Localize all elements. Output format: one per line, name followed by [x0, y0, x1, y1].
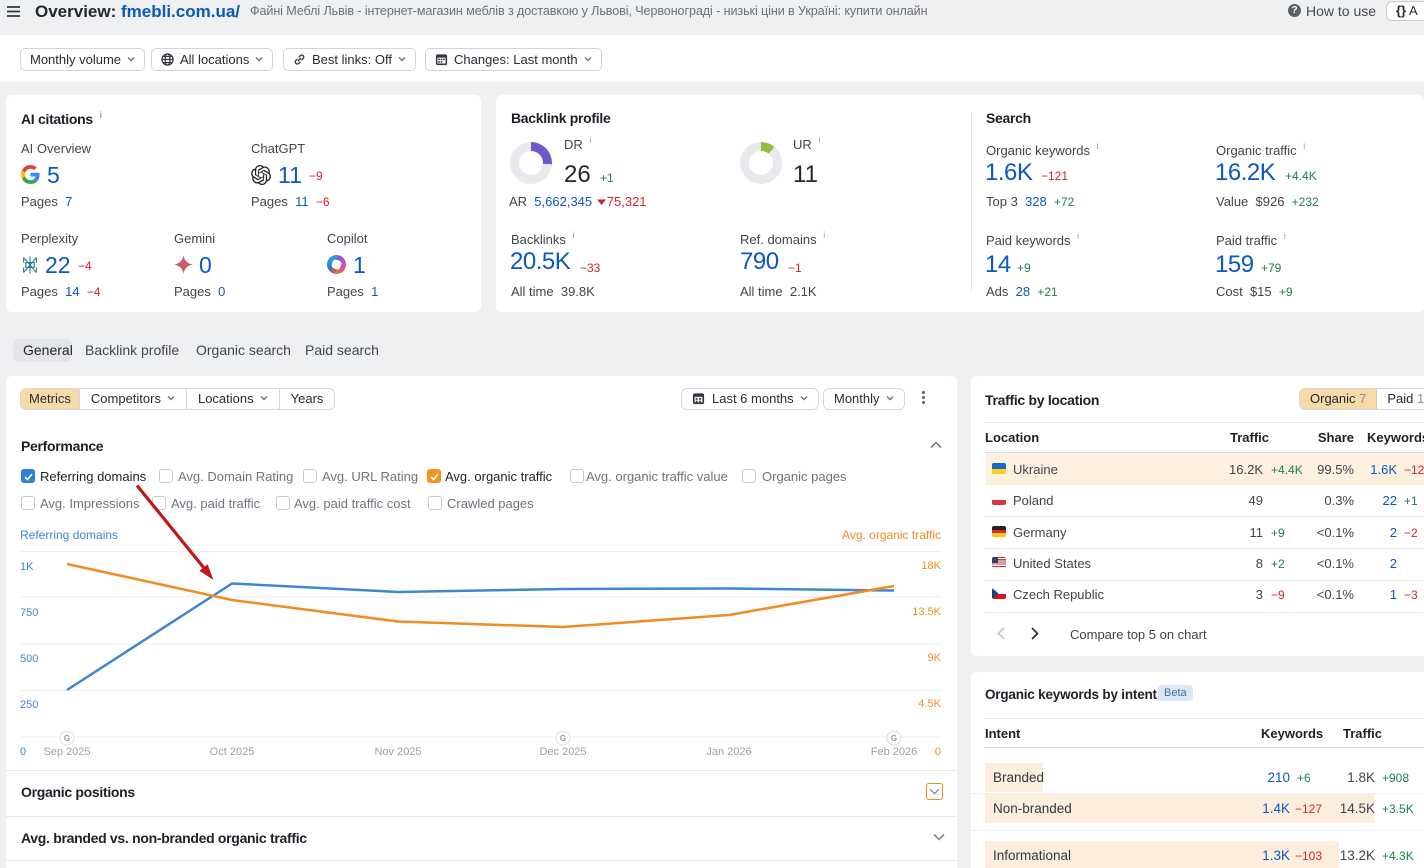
svg-text:G: G: [560, 734, 566, 743]
svg-text:9K: 9K: [928, 652, 942, 664]
svg-text:Jan 2026: Jan 2026: [706, 746, 751, 758]
svg-text:18K: 18K: [921, 560, 941, 572]
svg-text:750: 750: [20, 607, 38, 619]
svg-text:500: 500: [20, 653, 38, 665]
svg-text:Sep 2025: Sep 2025: [43, 746, 90, 758]
svg-text:4.5K: 4.5K: [918, 698, 941, 710]
svg-text:Feb 2026: Feb 2026: [871, 746, 917, 758]
svg-text:13.5K: 13.5K: [912, 606, 941, 618]
svg-text:Dec 2025: Dec 2025: [539, 746, 586, 758]
svg-text:0: 0: [20, 746, 26, 758]
svg-text:G: G: [64, 734, 70, 743]
svg-text:Nov 2025: Nov 2025: [374, 746, 421, 758]
svg-text:G: G: [891, 734, 897, 743]
svg-text:1K: 1K: [20, 561, 34, 573]
svg-text:0: 0: [935, 746, 941, 758]
svg-text:250: 250: [20, 699, 38, 711]
svg-text:Oct 2025: Oct 2025: [210, 746, 255, 758]
